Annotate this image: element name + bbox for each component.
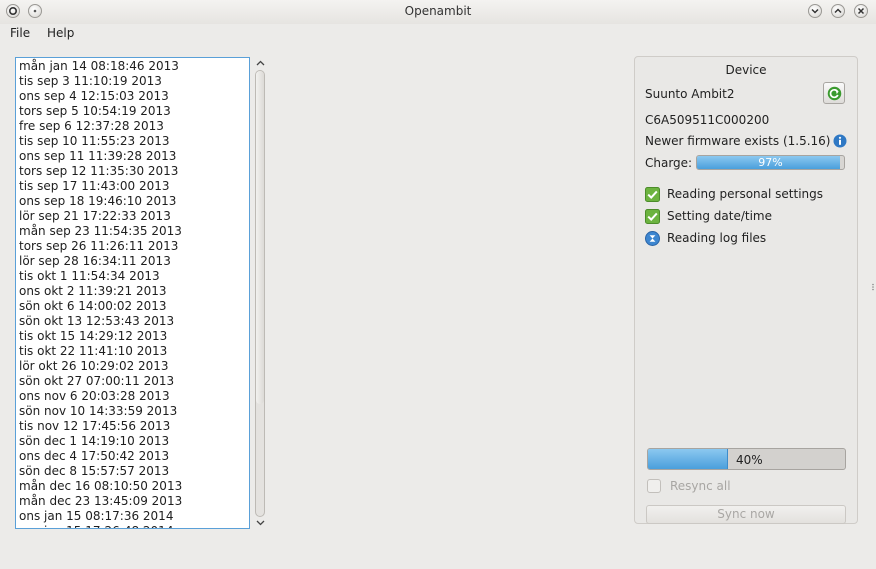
info-icon[interactable] <box>833 134 847 151</box>
status-label: Reading personal settings <box>667 187 824 201</box>
log-list-item[interactable]: lör sep 28 16:34:11 2013 <box>19 254 171 269</box>
charge-label: Charge: <box>645 156 693 170</box>
scroll-up-icon[interactable] <box>253 57 267 69</box>
scroll-thumb[interactable] <box>256 71 264 404</box>
title-bar: Openambit <box>0 0 876 24</box>
check-icon <box>645 208 660 224</box>
log-list-item[interactable]: tors sep 26 11:26:11 2013 <box>19 239 178 254</box>
window-title: Openambit <box>404 4 472 18</box>
log-list-item[interactable]: ons jan 15 17:26:48 2014 <box>19 524 173 528</box>
log-list-item[interactable]: tis sep 3 11:10:19 2013 <box>19 74 162 89</box>
sync-progress-percent: 40% <box>736 453 763 467</box>
log-list-item[interactable]: ons sep 4 12:15:03 2013 <box>19 89 169 104</box>
resync-all-label: Resync all <box>670 479 731 493</box>
resync-all-checkbox[interactable] <box>647 479 661 493</box>
charge-percent: 97% <box>758 156 783 169</box>
device-panel-title: Device <box>725 63 767 77</box>
log-list-item[interactable]: tis okt 1 11:54:34 2013 <box>19 269 160 284</box>
log-list-item[interactable]: sön dec 1 14:19:10 2013 <box>19 434 169 449</box>
scroll-down-icon[interactable] <box>253 517 267 529</box>
check-icon <box>645 186 660 202</box>
log-list-item[interactable]: tis sep 17 11:43:00 2013 <box>19 179 170 194</box>
busy-icon <box>645 230 660 246</box>
status-date-time: Setting date/time <box>645 208 772 224</box>
log-list-item[interactable]: ons nov 6 20:03:28 2013 <box>19 389 170 404</box>
log-list-item[interactable]: fre sep 6 12:37:28 2013 <box>19 119 164 134</box>
status-log-files: Reading log files <box>645 230 766 246</box>
maximize-icon[interactable] <box>831 4 845 18</box>
log-list-item[interactable]: sön nov 10 14:33:59 2013 <box>19 404 177 419</box>
device-serial: C6A509511C000200 <box>645 113 770 127</box>
minimize-icon[interactable] <box>808 4 822 18</box>
log-list-item[interactable]: mån sep 23 11:54:35 2013 <box>19 224 182 239</box>
sync-progress-fill <box>648 449 728 469</box>
log-list-item[interactable]: tis sep 10 11:55:23 2013 <box>19 134 170 149</box>
log-list-item[interactable]: mån dec 23 13:45:09 2013 <box>19 494 182 509</box>
log-list-item[interactable]: lör sep 21 17:22:33 2013 <box>19 209 171 224</box>
refresh-button[interactable] <box>823 82 845 104</box>
status-label: Reading log files <box>667 231 767 245</box>
log-list-item[interactable]: sön okt 13 12:53:43 2013 <box>19 314 174 329</box>
log-list-item[interactable]: sön okt 27 07:00:11 2013 <box>19 374 174 389</box>
close-icon[interactable] <box>854 4 868 18</box>
log-list-item[interactable]: ons sep 11 11:39:28 2013 <box>19 149 176 164</box>
menu-bar: File Help <box>0 24 876 46</box>
menu-help[interactable]: Help <box>47 26 74 40</box>
status-label: Setting date/time <box>667 209 772 223</box>
refresh-icon <box>827 86 841 100</box>
device-name: Suunto Ambit2 <box>645 87 735 101</box>
log-list-item[interactable]: ons sep 18 19:46:10 2013 <box>19 194 176 209</box>
log-list[interactable]: mån jan 14 08:18:46 2013 tis sep 3 11:10:… <box>15 57 250 529</box>
splitter-handle[interactable] <box>872 280 874 291</box>
log-list-item[interactable]: tis okt 15 14:29:12 2013 <box>19 329 167 344</box>
status-personal-settings: Reading personal settings <box>645 186 823 202</box>
device-panel: Device Suunto Ambit2 C6A509511C000200 Ne… <box>634 56 858 524</box>
scroll-track[interactable] <box>255 70 265 517</box>
menu-file[interactable]: File <box>10 26 30 40</box>
sync-progress-bar: 40% <box>647 448 846 470</box>
resync-all-checkbox-row[interactable]: Resync all <box>647 479 731 493</box>
log-list-item[interactable]: lör okt 26 10:29:02 2013 <box>19 359 169 374</box>
log-list-item[interactable]: mån dec 16 08:10:50 2013 <box>19 479 182 494</box>
log-list-item[interactable]: tors sep 12 11:35:30 2013 <box>19 164 178 179</box>
sync-now-button[interactable]: Sync now <box>646 505 846 524</box>
log-list-item[interactable]: ons dec 4 17:50:42 2013 <box>19 449 169 464</box>
log-list-item[interactable]: mån jan 14 08:18:46 2013 <box>19 59 179 74</box>
log-list-item[interactable]: sön dec 8 15:57:57 2013 <box>19 464 169 479</box>
log-list-scrollbar[interactable] <box>253 57 267 529</box>
log-list-item[interactable]: tors sep 5 10:54:19 2013 <box>19 104 171 119</box>
log-list-item[interactable]: sön okt 6 14:00:02 2013 <box>19 299 167 314</box>
log-list-item[interactable]: ons okt 2 11:39:21 2013 <box>19 284 167 299</box>
log-list-item[interactable]: tis okt 22 11:41:10 2013 <box>19 344 167 359</box>
charge-bar: 97% <box>696 155 845 170</box>
log-list-item[interactable]: ons jan 15 08:17:36 2014 <box>19 509 173 524</box>
firmware-notice: Newer firmware exists (1.5.16) <box>645 134 831 148</box>
log-list-item[interactable]: tis nov 12 17:45:56 2013 <box>19 419 170 434</box>
